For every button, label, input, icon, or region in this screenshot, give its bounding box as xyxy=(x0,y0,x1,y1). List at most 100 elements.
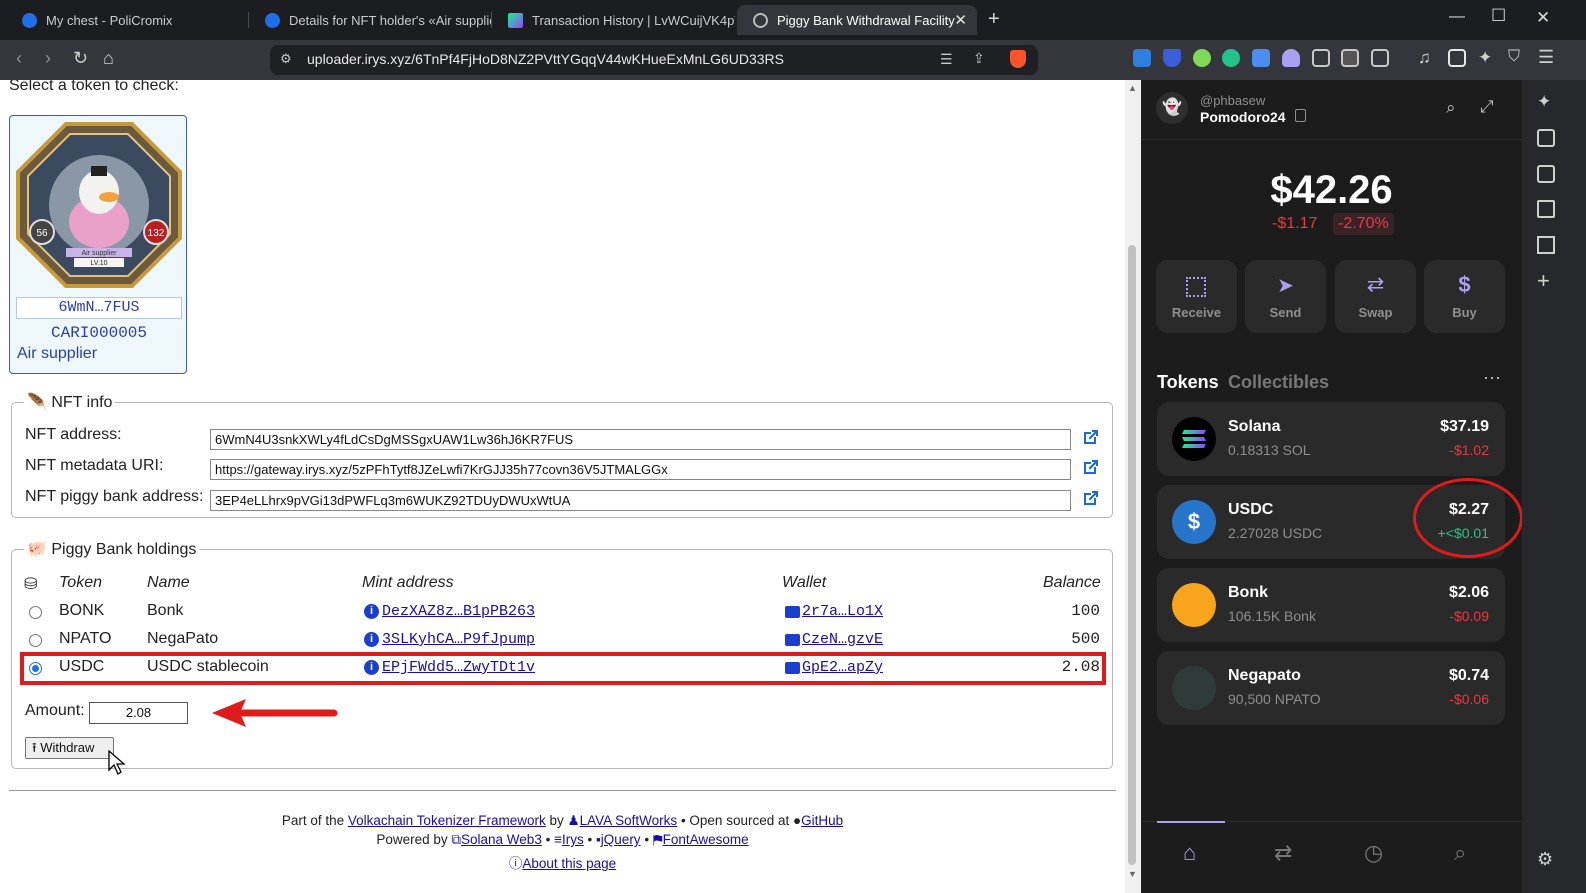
history-nav-icon[interactable]: ◷ xyxy=(1364,840,1383,866)
fontawesome-link[interactable]: FontAwesome xyxy=(663,832,749,847)
extension-teal-icon[interactable] xyxy=(1222,49,1240,67)
close-tab-icon[interactable]: ✕ xyxy=(954,11,967,29)
balance: 2.08 xyxy=(1061,658,1100,676)
mint-link[interactable]: DezXAZ8z…B1pPB263 xyxy=(382,603,535,620)
buy-button[interactable]: $ Buy xyxy=(1424,260,1505,333)
wallet-link[interactable]: 2r7a…Lo1X xyxy=(802,603,883,620)
footer-line-3: ⓘAbout this page xyxy=(0,852,1125,872)
bitwarden-icon[interactable] xyxy=(1163,49,1181,67)
tab-nft-details[interactable]: Details for NFT holder's «Air supplier» xyxy=(249,5,492,35)
github-link[interactable]: GitHub xyxy=(801,813,843,828)
tab-my-chest[interactable]: My chest - PoliCromix xyxy=(6,5,249,35)
reader-mode-icon[interactable]: ☰ xyxy=(940,51,953,68)
wallet-sidebar-icon[interactable] xyxy=(1537,165,1555,183)
jquery-link[interactable]: jQuery xyxy=(601,832,641,847)
wallet-link[interactable]: GpE2…apZy xyxy=(802,659,883,676)
media-icon[interactable]: ♫ xyxy=(1418,48,1431,68)
send-button[interactable]: ➤ Send xyxy=(1245,260,1326,333)
account-name[interactable]: Pomodoro24 xyxy=(1200,109,1286,125)
scrollbar-thumb[interactable] xyxy=(1128,245,1136,865)
avatar[interactable]: 👻 xyxy=(1156,92,1188,124)
leo-ai-icon[interactable]: ✦ xyxy=(1478,48,1492,68)
settings-gear-icon[interactable]: ⚙ xyxy=(1537,849,1553,870)
nft-metadata-uri-field[interactable]: https://gateway.irys.xyz/5zPFhTytf8JZeLw… xyxy=(210,459,1071,480)
tab-title: Piggy Bank Withdrawal Facility xyxy=(777,12,955,28)
nft-card[interactable]: 56 132 Air supplier LV.10 6WmN…7FUS CARI… xyxy=(9,115,187,374)
nft-piggy-bank-label: NFT piggy bank address: xyxy=(25,488,204,505)
forward-icon[interactable]: › xyxy=(45,48,51,69)
tab-piggy-bank[interactable]: Piggy Bank Withdrawal Facility ✕ xyxy=(737,5,977,35)
tab-collectibles[interactable]: Collectibles xyxy=(1228,372,1329,393)
maximize-icon[interactable]: ☐ xyxy=(1491,6,1506,26)
irys-link[interactable]: Irys xyxy=(562,832,584,847)
sidebar-icon[interactable] xyxy=(1448,49,1466,67)
bookmark-icon[interactable] xyxy=(1537,200,1555,218)
extensions-puzzle-icon[interactable] xyxy=(1312,49,1330,67)
vpn-shield-icon[interactable]: ⛉ xyxy=(1508,48,1520,66)
search-nav-icon[interactable]: ⌕ xyxy=(1454,840,1466,866)
token-row-negapato[interactable]: Negapato 90,500 NPATO $0.74 -$0.06 xyxy=(1157,651,1505,725)
phantom-icon[interactable] xyxy=(1282,49,1300,67)
back-icon[interactable]: ‹ xyxy=(16,48,22,69)
external-link-icon[interactable] xyxy=(1082,428,1100,446)
swap-nav-icon[interactable]: ⇄ xyxy=(1274,840,1292,866)
leo-sidebar-icon[interactable]: ✦ xyxy=(1537,92,1551,112)
home-icon[interactable]: ⌂ xyxy=(103,48,114,69)
expand-icon[interactable]: ⤢ xyxy=(1480,97,1494,117)
menu-icon[interactable]: ☰ xyxy=(1538,47,1554,68)
extension-icon[interactable] xyxy=(1133,49,1151,67)
token-row-bonk[interactable]: Bonk 106.15K Bonk $2.06 -$0.09 xyxy=(1157,568,1505,642)
external-link-icon[interactable] xyxy=(1082,458,1100,476)
brave-shields-icon[interactable] xyxy=(1010,50,1026,68)
balance-change-pct: -2.70% xyxy=(1333,213,1394,235)
home-nav-icon[interactable]: ⌂ xyxy=(1183,840,1196,866)
header-balance: Balance xyxy=(1043,574,1101,591)
token-row-solana[interactable]: Solana 0.18313 SOL $37.19 -$1.02 xyxy=(1157,402,1505,476)
amount-input[interactable]: 2.08 xyxy=(89,702,188,724)
screenshot-icon[interactable] xyxy=(1371,49,1389,67)
info-icon: i xyxy=(364,632,379,647)
about-link[interactable]: About this page xyxy=(522,856,616,871)
swap-button[interactable]: ⇄ Swap xyxy=(1335,260,1416,333)
wallet-link[interactable]: CzeN…gzvE xyxy=(802,631,883,648)
nft-address-field[interactable]: 6WmN4U3snkXWLy4fLdCsDgMSSgxUAW1Lw36hJ6KR… xyxy=(210,429,1071,450)
search-icon[interactable]: ⌕ xyxy=(1446,98,1456,118)
minimize-icon[interactable]: — xyxy=(1449,8,1465,26)
add-sidebar-icon[interactable]: + xyxy=(1537,268,1550,294)
nft-stat-right: 132 xyxy=(148,228,165,239)
reading-list-icon[interactable] xyxy=(1537,236,1555,254)
video-icon[interactable] xyxy=(1537,129,1555,147)
solana-link[interactable]: Solana Web3 xyxy=(461,832,542,847)
token-radio-npato[interactable] xyxy=(29,634,42,647)
tab-transaction-history[interactable]: Transaction History | LvWCuijVK4pTp xyxy=(492,5,735,35)
more-options-icon[interactable]: ⋯ xyxy=(1483,368,1501,389)
extension-green-icon[interactable] xyxy=(1193,49,1211,67)
info-circle-icon: ⓘ xyxy=(508,856,523,871)
withdraw-button[interactable]: ⭱ Withdraw xyxy=(25,737,114,759)
token-radio-usdc[interactable] xyxy=(29,662,42,675)
info-icon: i xyxy=(364,604,379,619)
copy-icon[interactable] xyxy=(1295,109,1306,122)
piggy-bank-icon: 🐖 xyxy=(27,541,47,558)
url-text[interactable]: uploader.irys.xyz/6TnPf4FjHoD8NZ2PVttYGq… xyxy=(307,51,784,67)
mint-link[interactable]: EPjFWdd5…ZwyTDt1v xyxy=(382,659,535,676)
extension-s-icon[interactable] xyxy=(1252,49,1270,67)
site-settings-icon[interactable]: ⚙ xyxy=(280,51,292,67)
share-icon[interactable]: ⇪ xyxy=(973,50,985,67)
company-link[interactable]: LAVA SoftWorks xyxy=(580,813,678,828)
reload-icon[interactable]: ↻ xyxy=(73,48,88,69)
scroll-up-icon[interactable]: ▲ xyxy=(1128,83,1137,93)
token-radio-bonk[interactable] xyxy=(29,606,42,619)
framework-link[interactable]: Volkachain Tokenizer Framework xyxy=(348,813,546,828)
tab-title: My chest - PoliCromix xyxy=(46,12,173,28)
mint-link[interactable]: 3SLKyhCA…P9fJpump xyxy=(382,631,535,648)
receive-button[interactable]: Receive xyxy=(1156,260,1237,333)
nft-piggy-bank-field[interactable]: 3EP4eLLhrx9pVGi13dPWFLq3m6WUKZ92TDUyDWUx… xyxy=(210,490,1071,511)
scroll-down-icon[interactable]: ▼ xyxy=(1128,869,1137,879)
external-link-icon[interactable] xyxy=(1082,489,1100,507)
close-window-icon[interactable]: ✕ xyxy=(1536,8,1550,28)
tab-tokens[interactable]: Tokens xyxy=(1157,372,1219,393)
new-tab-icon[interactable]: + xyxy=(988,8,1000,31)
footer-line-2: Powered by ⧉Solana Web3 • ≡Irys • ▪jQuer… xyxy=(0,832,1125,848)
sidebar-toggle-icon[interactable] xyxy=(1341,49,1359,67)
